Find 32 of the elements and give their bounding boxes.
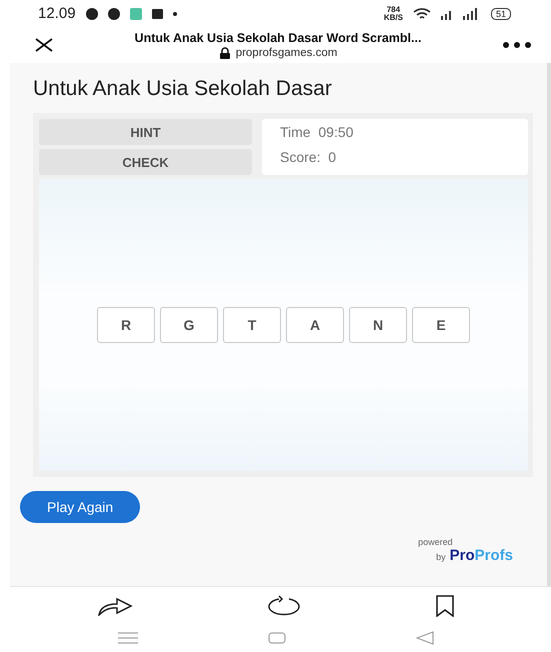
share-icon[interactable] [97, 596, 134, 616]
refresh-icon[interactable] [267, 594, 302, 617]
page-url: proprofsgames.com [236, 47, 338, 60]
letter-tile[interactable]: G [160, 307, 218, 344]
lock-icon [218, 47, 231, 60]
bookmark-icon[interactable] [436, 594, 454, 617]
letter-tile[interactable]: A [286, 307, 344, 344]
speed-unit: KB/S [384, 14, 403, 22]
letter-tile[interactable]: E [412, 307, 470, 344]
game-title: Untuk Anak Usia Sekolah Dasar [33, 77, 333, 102]
close-icon[interactable] [35, 38, 53, 52]
more-icon[interactable] [503, 42, 531, 48]
dot-icon [172, 12, 177, 16]
speed-value: 784 [386, 6, 400, 14]
letter-tile[interactable]: R [97, 307, 155, 344]
check-button[interactable]: CHECK [39, 149, 252, 176]
powered-label: powered [418, 537, 454, 548]
score-display: Score: 0 [280, 149, 338, 166]
menu-icon[interactable] [118, 632, 138, 644]
letter-tile[interactable]: N [349, 307, 407, 344]
brand-logo[interactable]: ProProfs [450, 547, 513, 564]
time-display: Time 09:50 [280, 124, 354, 140]
letter-tile[interactable]: T [223, 307, 281, 344]
play-again-button[interactable]: Play Again [20, 491, 140, 524]
hint-button[interactable]: HINT [39, 119, 252, 146]
page-title: Untuk Anak Usia Sekolah Dasar Word Scrambl... [134, 31, 422, 46]
by-label: by [436, 552, 446, 562]
back-icon[interactable] [416, 631, 434, 646]
clock-time: 12.09 [38, 5, 76, 22]
wifi-icon [412, 8, 431, 20]
battery-level: 51 [490, 8, 511, 20]
home-icon[interactable] [268, 632, 286, 644]
